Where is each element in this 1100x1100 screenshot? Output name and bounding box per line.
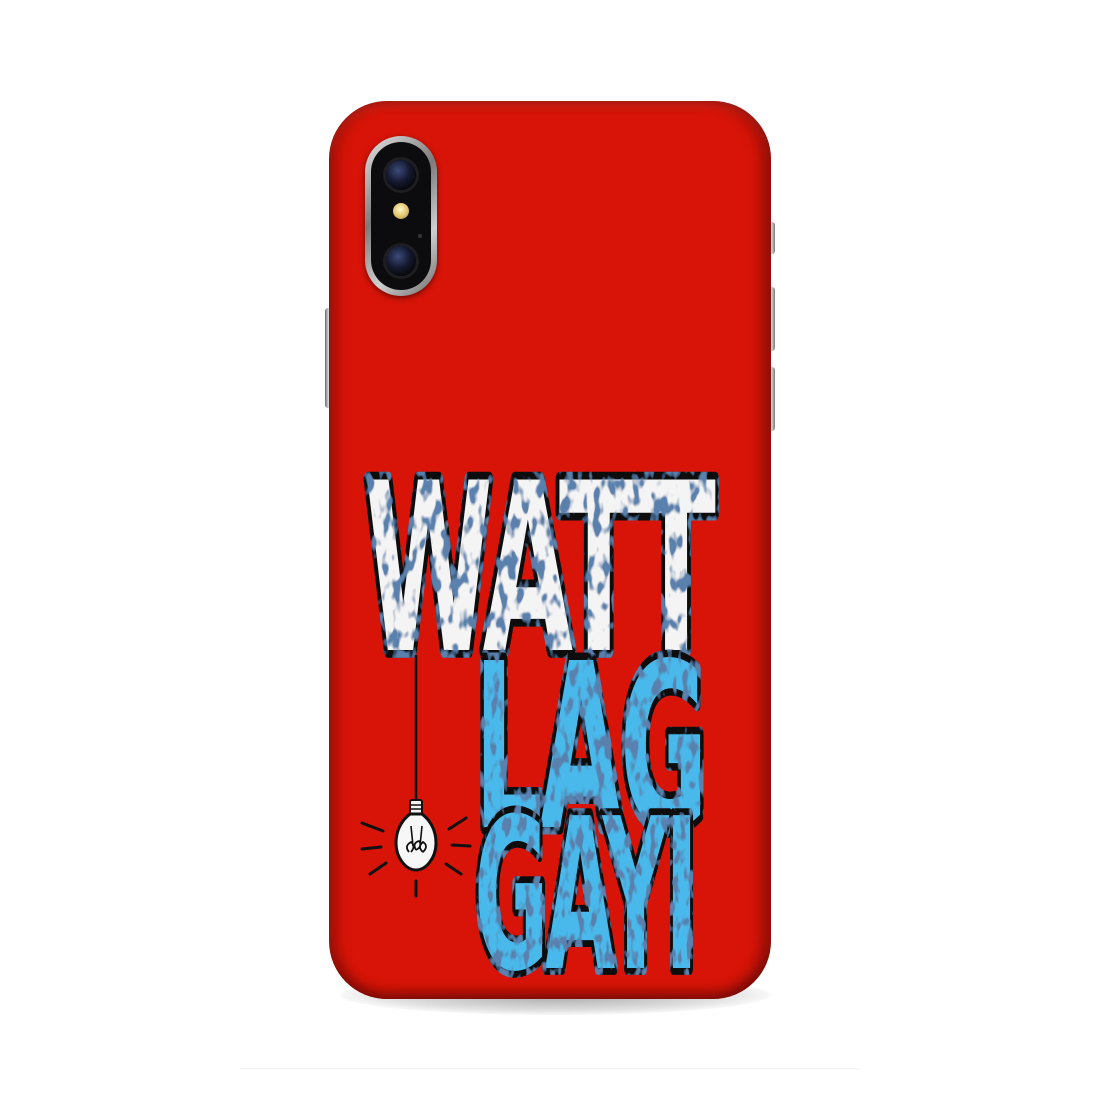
divider [240, 1068, 860, 1069]
print-text-line3: GAYI [474, 775, 695, 1019]
case-artwork: WATT LAG GAYI [359, 427, 727, 1023]
product-image: WATT LAG GAYI [0, 0, 1100, 1100]
